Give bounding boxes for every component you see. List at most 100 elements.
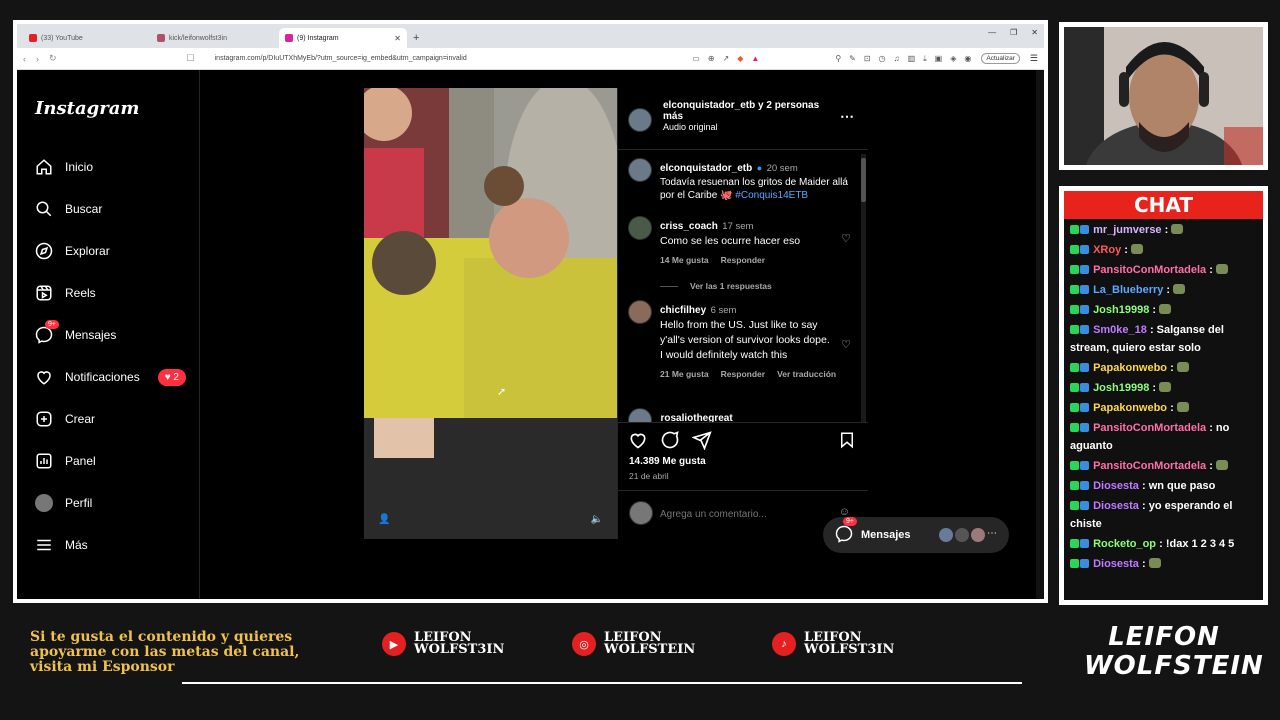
sidebar-item-perfil[interactable]: Perfil	[35, 494, 92, 512]
plus-square-icon	[35, 410, 53, 428]
forward-icon[interactable]: ›	[36, 54, 39, 64]
author-avatar[interactable]	[628, 108, 652, 132]
save-icon[interactable]: ⊡	[864, 54, 871, 64]
cast-icon[interactable]: ▭	[692, 54, 700, 64]
instagram-logo[interactable]: Instagram	[35, 98, 139, 119]
kick-badge-icon	[1070, 403, 1079, 412]
comment-avatar[interactable]	[628, 300, 652, 324]
chat-username[interactable]: La_Blueberry	[1093, 284, 1163, 296]
comment-input[interactable]	[660, 504, 810, 524]
share-icon[interactable]: ↗	[723, 54, 730, 64]
kick-badge-icon	[1070, 559, 1079, 568]
comment-icon[interactable]	[660, 430, 680, 455]
brave-shield-icon[interactable]: ◆	[737, 54, 743, 64]
comment-likes[interactable]: 21 Me gusta	[660, 369, 709, 379]
chat-username[interactable]: Papakonwebo	[1093, 402, 1167, 414]
back-icon[interactable]: ‹	[23, 54, 26, 64]
chat-username[interactable]: PansitoConMortadela	[1093, 422, 1206, 434]
translate-button[interactable]: Ver traducción	[777, 369, 836, 379]
url-field[interactable]: instagram.com/p/DIuUTXhMyEb/?utm_source=…	[215, 55, 683, 62]
heart-icon	[35, 368, 53, 386]
more-options-icon[interactable]: ⋯	[840, 108, 854, 125]
tab-youtube[interactable]: (33) YouTube	[23, 28, 151, 48]
zoom-icon[interactable]: ⊕	[708, 54, 715, 64]
tab-kick[interactable]: kick/leifonwolfst3in	[151, 28, 279, 48]
close-window-icon[interactable]: ✕	[1031, 28, 1038, 37]
sidebar-item-inicio[interactable]: Inicio	[35, 158, 93, 176]
caption-hashtag[interactable]: #Conquis14ETB	[735, 190, 808, 201]
shield-icon[interactable]: ◈	[950, 54, 956, 64]
close-tab-icon[interactable]: ✕	[394, 34, 401, 43]
chat-username[interactable]: Josh19998	[1093, 382, 1149, 394]
audio-link[interactable]: Audio original	[663, 122, 833, 132]
scrollbar-thumb[interactable]	[861, 158, 866, 202]
bookmark-icon[interactable]: ☐	[187, 53, 195, 64]
reply-button[interactable]: Responder	[721, 255, 765, 265]
downloads-icon[interactable]: ⤓	[923, 54, 927, 64]
header-title[interactable]: elconquistador_etb y 2 personas más	[663, 100, 833, 122]
chat-username[interactable]: Diosesta	[1093, 500, 1139, 512]
comment-author[interactable]: rosaliothegreat	[660, 413, 732, 422]
sidebar-icon[interactable]: ▥	[908, 54, 916, 64]
emote-icon	[1173, 284, 1186, 294]
chat-username[interactable]: Papakonwebo	[1093, 362, 1167, 374]
sidebar-item-mensajes[interactable]: 9+ Mensajes	[35, 320, 116, 344]
extension-icon[interactable]: ✎	[849, 54, 856, 64]
sidebar-item-crear[interactable]: Crear	[35, 410, 95, 428]
volume-icon[interactable]: 🔈	[591, 514, 603, 525]
chat-message: PansitoConMortadela : no aguanto	[1070, 422, 1230, 452]
tag-people-icon[interactable]: 👤	[378, 514, 390, 525]
verified-icon: ●	[756, 163, 763, 173]
page-scrollbar[interactable]	[1036, 70, 1044, 599]
tab-instagram[interactable]: (9) Instagram ✕	[279, 28, 407, 48]
restore-icon[interactable]: ❐	[1010, 28, 1017, 37]
chat-username[interactable]: Sm0ke_18	[1093, 324, 1147, 336]
chat-username[interactable]: Rocketo_op	[1093, 538, 1156, 550]
comments-scrollbar[interactable]	[861, 154, 866, 422]
likes-count[interactable]: 14.389 Me gusta	[629, 456, 706, 467]
clock-icon[interactable]: ◷	[879, 54, 886, 64]
chat-username[interactable]: Diosesta	[1093, 558, 1139, 570]
comment-author[interactable]: chicfilhey	[660, 305, 706, 316]
caption-author[interactable]: elconquistador_etb	[660, 163, 752, 174]
chat-username[interactable]: Diosesta	[1093, 480, 1139, 492]
chat-username[interactable]: PansitoConMortadela	[1093, 460, 1206, 472]
profile-icon[interactable]: ◉	[964, 54, 971, 64]
chat-username[interactable]: mr_jumverse	[1093, 224, 1162, 236]
reply-button[interactable]: Responder	[721, 369, 765, 379]
contact-avatar	[971, 528, 985, 542]
comment: criss_coach 17 sem Como se les ocurre ha…	[628, 216, 863, 291]
brave-rewards-icon[interactable]: ▲	[751, 54, 759, 64]
chat-username[interactable]: PansitoConMortadela	[1093, 264, 1206, 276]
chat-username[interactable]: XRoy	[1093, 244, 1121, 256]
sidebar-item-panel[interactable]: Panel	[35, 452, 96, 470]
sidebar-item-reels[interactable]: Reels	[35, 284, 96, 302]
view-replies[interactable]: Ver las 1 respuestas	[660, 281, 863, 291]
like-comment-icon[interactable]: ♡	[841, 338, 851, 351]
sidebar-item-buscar[interactable]: Buscar	[35, 200, 102, 218]
menu-icon[interactable]: ☰	[1030, 53, 1038, 64]
sidebar-item-notificaciones[interactable]: Notificaciones ♥ 2	[35, 368, 186, 386]
chat-username[interactable]: Josh19998	[1093, 304, 1149, 316]
sidebar-item-mas[interactable]: Más	[35, 536, 88, 554]
like-icon[interactable]	[628, 430, 648, 455]
pin-icon[interactable]: ⚲	[835, 54, 841, 64]
like-comment-icon[interactable]: ♡	[841, 232, 851, 245]
save-post-icon[interactable]	[838, 430, 856, 455]
minimize-icon[interactable]: —	[988, 28, 996, 37]
chat-message: Josh19998 :	[1070, 379, 1255, 397]
reload-icon[interactable]: ↻	[49, 53, 57, 64]
share-icon[interactable]	[691, 430, 712, 455]
update-button[interactable]: Actualizar	[981, 53, 1020, 64]
comment-avatar[interactable]	[628, 408, 652, 422]
comment-author[interactable]: criss_coach	[660, 221, 718, 232]
post-video[interactable]: 👤 🔈 ➚	[364, 88, 617, 539]
messages-pill[interactable]: 9+ Mensajes ⋯	[823, 516, 1009, 553]
new-tab-icon[interactable]: +	[407, 32, 425, 48]
comment-likes[interactable]: 14 Me gusta	[660, 255, 709, 265]
wallet-icon[interactable]: ▣	[935, 54, 943, 64]
comment-avatar[interactable]	[628, 216, 652, 240]
music-icon[interactable]: ♫	[894, 54, 900, 64]
sidebar-item-explorar[interactable]: Explorar	[35, 242, 110, 260]
caption-avatar[interactable]	[628, 158, 652, 182]
